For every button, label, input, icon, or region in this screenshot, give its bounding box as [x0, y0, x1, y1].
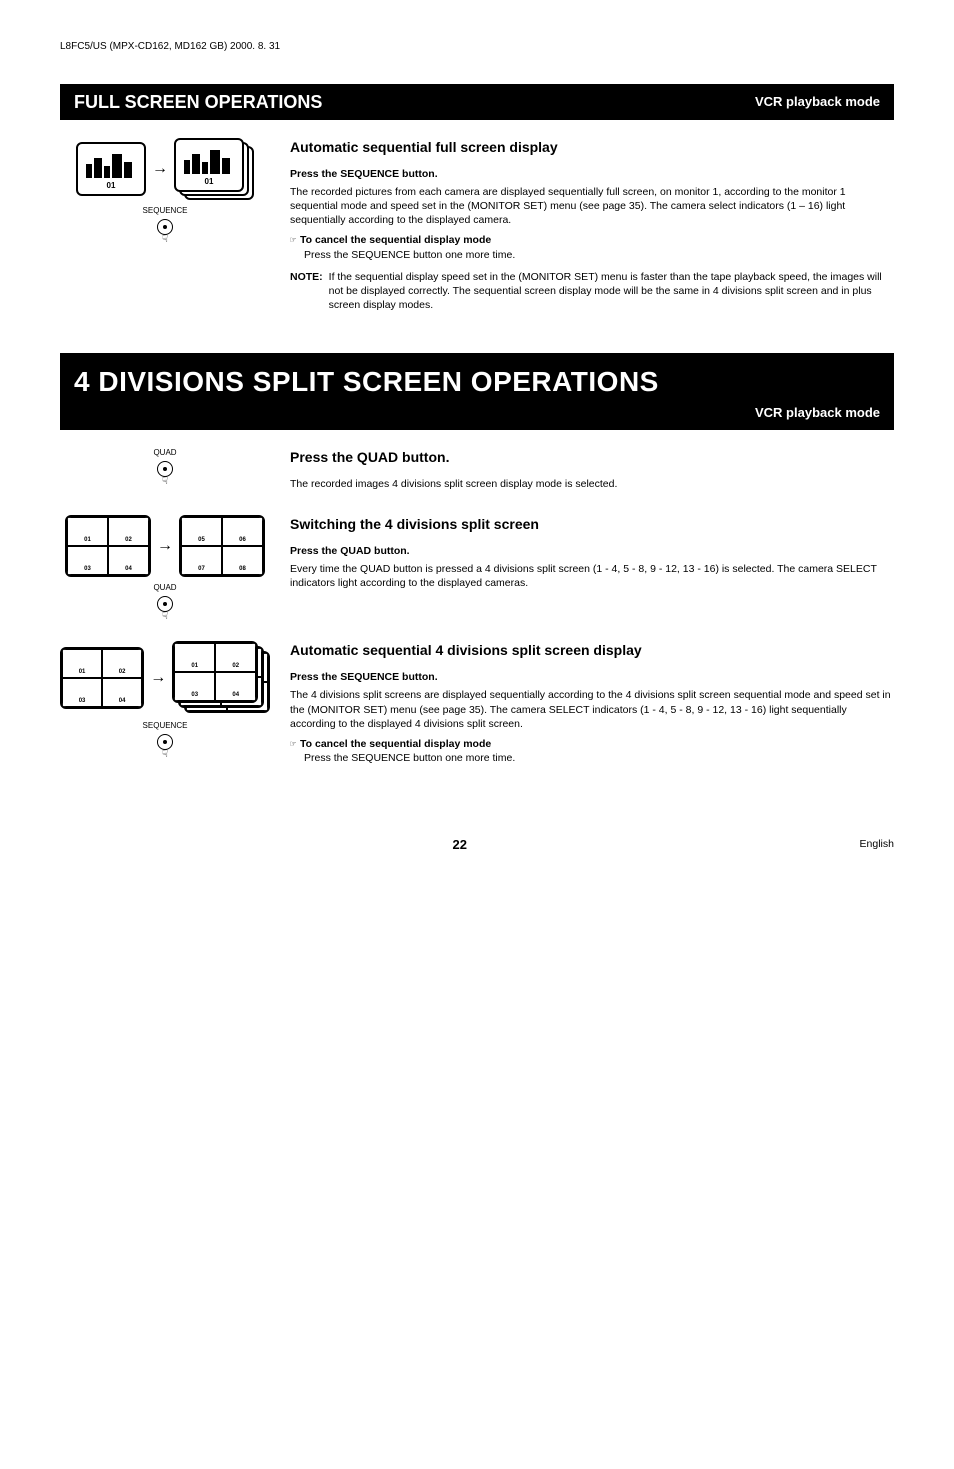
language-label: English — [860, 837, 894, 851]
quad-screen-icon: 05 06 07 08 — [179, 515, 265, 577]
monitor-stack-icon: 01 — [174, 138, 254, 200]
instruction: Press the SEQUENCE button. — [290, 670, 894, 684]
body-text: The 4 divisions split screens are displa… — [290, 688, 894, 731]
quad-button-icon: QUAD ☟ — [60, 583, 270, 623]
heading-auto-seq-full: Automatic sequential full screen display — [290, 138, 894, 157]
cancel-body: Press the SEQUENCE button one more time. — [304, 248, 894, 262]
sequence-button-icon: SEQUENCE ☟ — [60, 721, 270, 761]
illustration-seq-quad: 01 02 03 04 → 0506 0708 0102 0304 — [60, 641, 270, 765]
heading-auto-seq-4div: Automatic sequential 4 divisions split s… — [290, 641, 894, 660]
page-footer: 22 English — [60, 836, 894, 854]
section-auto-seq-full: 01 → 01 SEQUENCE ☟ Automatic sequential … — [60, 138, 894, 313]
section-switch-4div: 01 02 03 04 → 05 06 07 08 QUAD ☟ Switchi… — [60, 515, 894, 623]
section-bar-full-screen: FULL SCREEN OPERATIONS VCR playback mode — [60, 84, 894, 120]
quad-screen-icon: 01 02 03 04 — [65, 515, 151, 577]
illustration-switch-quad: 01 02 03 04 → 05 06 07 08 QUAD ☟ — [60, 515, 270, 623]
heading-press-quad: Press the QUAD button. — [290, 448, 894, 467]
sequence-button-icon: SEQUENCE ☟ — [60, 206, 270, 246]
main-title: 4 DIVISIONS SPLIT SCREEN OPERATIONS — [74, 363, 880, 401]
section-press-quad: QUAD ☟ Press the QUAD button. The record… — [60, 448, 894, 497]
note: NOTE: If the sequential display speed se… — [290, 270, 894, 313]
instruction: Press the QUAD button. — [290, 544, 894, 558]
section-auto-seq-4div: 01 02 03 04 → 0506 0708 0102 0304 — [60, 641, 894, 765]
bar-title: FULL SCREEN OPERATIONS — [74, 90, 322, 114]
heading-switch-4div: Switching the 4 divisions split screen — [290, 515, 894, 534]
body-text: The recorded images 4 divisions split sc… — [290, 477, 894, 491]
body-text: The recorded pictures from each camera a… — [290, 185, 894, 228]
section-bar-4div: 4 DIVISIONS SPLIT SCREEN OPERATIONS VCR … — [60, 353, 894, 430]
cancel-heading: ☞To cancel the sequential display mode — [290, 233, 894, 248]
instruction: Press the SEQUENCE button. — [290, 167, 894, 181]
monitor-icon: 01 — [76, 142, 146, 196]
illustration-quad-btn: QUAD ☟ — [60, 448, 270, 497]
header-code: L8FC5/US (MPX-CD162, MD162 GB) 2000. 8. … — [60, 40, 894, 54]
sub-title: VCR playback mode — [74, 404, 880, 422]
arrow-icon: → — [152, 158, 168, 180]
arrow-icon: → — [157, 535, 173, 557]
bar-subtitle: VCR playback mode — [755, 93, 880, 111]
cancel-heading: ☞To cancel the sequential display mode — [290, 737, 894, 752]
illustration-seq-full: 01 → 01 SEQUENCE ☟ — [60, 138, 270, 313]
cancel-body: Press the SEQUENCE button one more time. — [304, 751, 894, 765]
arrow-icon: → — [150, 667, 166, 689]
body-text: Every time the QUAD button is pressed a … — [290, 562, 894, 590]
quad-screen-icon: 01 02 03 04 — [60, 647, 144, 709]
quad-stack-icon: 0506 0708 0102 0304 — [172, 641, 270, 715]
page-number: 22 — [453, 836, 467, 854]
